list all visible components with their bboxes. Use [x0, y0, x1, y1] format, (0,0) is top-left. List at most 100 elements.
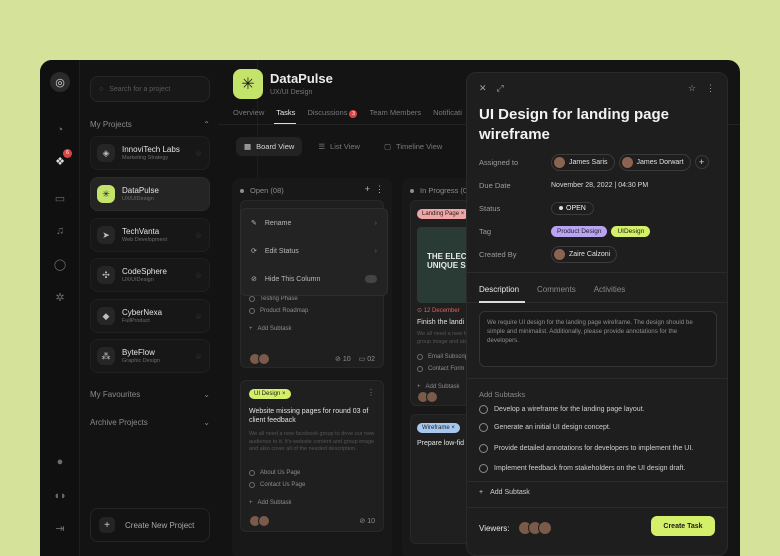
plus-icon: +: [417, 384, 421, 390]
tab-overview[interactable]: Overview: [233, 108, 264, 118]
menu-edit-status[interactable]: ⟳ Edit Status ›: [241, 237, 387, 265]
eye-off-icon: ⊘: [251, 276, 257, 283]
hide-toggle[interactable]: [365, 275, 377, 283]
add-subtask-button[interactable]: + Add Subtask: [479, 489, 530, 496]
assignee-chip[interactable]: James Saris: [551, 153, 615, 171]
tag-badge: Wireframe ×: [417, 423, 460, 433]
logo-icon[interactable]: ◎: [50, 72, 70, 92]
add-assignee-button[interactable]: +: [694, 155, 709, 169]
status-label: Status: [479, 203, 501, 213]
tag-product-design[interactable]: Product Design: [551, 225, 608, 237]
avatar: [621, 156, 633, 168]
menu-hide-column[interactable]: ⊘ Hide This Column: [241, 265, 387, 293]
menu-rename[interactable]: ✎ Rename ›: [241, 209, 387, 237]
timeline-view-button[interactable]: ▢ Timeline View: [376, 137, 450, 156]
my-projects-header[interactable]: My Projects ⌃: [90, 120, 210, 129]
star-icon[interactable]: ☆: [195, 271, 202, 280]
add-subtask-button[interactable]: + Add Subtask: [241, 323, 308, 335]
search-placeholder: Search for a project: [109, 85, 171, 93]
subtask-item[interactable]: Contact Form: [409, 363, 468, 375]
add-subtask-button[interactable]: + Add Subtask: [241, 497, 305, 509]
tab-discussions[interactable]: Discussions 3: [307, 108, 358, 118]
due-date-value[interactable]: November 28, 2022 | 04:30 PM: [551, 176, 648, 194]
swirl-icon: ✣: [97, 266, 115, 284]
settings-icon[interactable]: ✲: [52, 289, 68, 305]
star-icon[interactable]: ☆: [195, 312, 202, 321]
projects-icon[interactable]: ❖ 6: [52, 149, 72, 169]
tag-label: Tag: [479, 226, 492, 236]
plus-icon: +: [249, 500, 253, 506]
due-label: Due Date: [479, 180, 511, 190]
grid-icon: ⁂: [97, 347, 115, 365]
subtask-item[interactable]: Product Roadmap: [241, 305, 308, 317]
list-view-button[interactable]: ☰ List View: [310, 137, 368, 156]
project-codesphere[interactable]: ✣ CodeSphere UX/UIDesign ☆: [90, 258, 210, 292]
tab-description[interactable]: Description: [479, 285, 519, 294]
subtask-item[interactable]: Contact Us Page: [241, 479, 305, 491]
more-icon[interactable]: ⋮: [706, 83, 715, 94]
description-textarea[interactable]: We require UI design for the landing pag…: [479, 311, 717, 367]
icon-rail: ◎ ◔ ❖ 6 ▭ ♫ ◯ ✲ ● ◖◗ ⇥: [40, 60, 80, 556]
more-icon[interactable]: ⋮: [367, 388, 375, 397]
status-badge[interactable]: OPEN: [551, 201, 594, 215]
star-icon[interactable]: ☆: [195, 231, 202, 240]
star-icon[interactable]: ☆: [688, 83, 696, 94]
help-icon[interactable]: ●: [52, 454, 68, 470]
user-icon[interactable]: ◯: [52, 256, 68, 272]
plus-icon: +: [99, 517, 115, 533]
arrow-icon: ➤: [97, 226, 115, 244]
column-header: Open (08): [240, 186, 284, 195]
creator-chip[interactable]: Zaire Calzoni: [551, 245, 618, 263]
more-icon[interactable]: ⋮: [375, 184, 384, 195]
asterisk-icon: ✳: [97, 185, 115, 203]
subtask-item[interactable]: Develop a wireframe for the landing page…: [479, 405, 645, 414]
board-view-button[interactable]: ▦ Board View: [236, 137, 303, 156]
expand-icon[interactable]: ⤢: [497, 83, 504, 94]
subtasks-header: Add Subtasks: [479, 390, 526, 399]
checkbox[interactable]: [479, 464, 488, 473]
calendar-icon: ▢: [383, 142, 392, 151]
subtask-item[interactable]: Email Subscrip: [409, 351, 468, 363]
tag-ui-design[interactable]: UIDesign: [611, 225, 651, 237]
bell-icon[interactable]: ♫: [52, 223, 68, 239]
tab-tasks[interactable]: Tasks: [276, 108, 295, 118]
checkbox[interactable]: [479, 444, 488, 453]
subtask-item[interactable]: Provide detailed annotations for develop…: [479, 444, 693, 453]
tab-team-members[interactable]: Team Members: [369, 108, 421, 118]
subtask-item[interactable]: About Us Page: [241, 467, 305, 479]
tab-notifications[interactable]: Notificati: [433, 108, 462, 118]
project-byteflow[interactable]: ⁂ ByteFlow Graphic Design ☆: [90, 339, 210, 373]
logout-icon[interactable]: ⇥: [52, 520, 68, 536]
tab-activities[interactable]: Activities: [594, 285, 626, 294]
toggle-icon[interactable]: ◖◗: [52, 488, 68, 504]
tab-comments[interactable]: Comments: [537, 285, 576, 294]
my-favourites-header[interactable]: My Favourites ⌄: [90, 390, 210, 399]
create-project-button[interactable]: + Create New Project: [90, 508, 210, 542]
task-detail-panel: ✕ ⤢ ☆ ⋮ UI Design for landing page wiref…: [466, 72, 728, 556]
inbox-icon[interactable]: ▭: [52, 190, 68, 206]
subtask-item[interactable]: Implement feedback from stakeholders on …: [479, 464, 685, 473]
project-cybernexa[interactable]: ◆ CyberNexa FullProduct ☆: [90, 299, 210, 333]
project-techvanta[interactable]: ➤ TechVanta Web Development ☆: [90, 218, 210, 252]
chevron-down-icon: ⌄: [203, 390, 210, 399]
archive-projects-header[interactable]: Archive Projects ⌄: [90, 418, 210, 427]
pencil-icon: ✎: [251, 220, 257, 227]
project-datapulse[interactable]: ✳ DataPulse UX/UIDesign: [90, 177, 210, 211]
dashboard-icon[interactable]: ◔: [52, 122, 68, 138]
assignee-chip[interactable]: James Dorwart: [618, 153, 691, 171]
project-innovitech[interactable]: ◈ InnoviTech Labs Marketing Strategy ☆: [90, 136, 210, 170]
column-context-menu: ✎ Rename › ⟳ Edit Status › ⊘ Hide This Column: [240, 208, 388, 296]
close-icon[interactable]: ✕: [479, 83, 487, 94]
subtask-item[interactable]: Generate an initial UI design concept.: [479, 423, 611, 432]
list-icon: ☰: [318, 142, 326, 151]
star-icon[interactable]: ☆: [195, 352, 202, 361]
checkbox[interactable]: [479, 423, 488, 432]
plus-icon[interactable]: +: [365, 184, 370, 194]
checkbox[interactable]: [479, 405, 488, 414]
app-window: ◎ ◔ ❖ 6 ▭ ♫ ◯ ✲ ● ◖◗ ⇥ ○ Search for a pro…: [40, 60, 740, 556]
search-input[interactable]: ○ Search for a project: [90, 76, 210, 102]
create-task-button[interactable]: Create Task: [651, 516, 715, 536]
search-icon: ○: [99, 85, 104, 93]
star-icon[interactable]: ☆: [195, 149, 202, 158]
task-card[interactable]: UI Design × ⋮ Website missing pages for …: [240, 380, 384, 532]
